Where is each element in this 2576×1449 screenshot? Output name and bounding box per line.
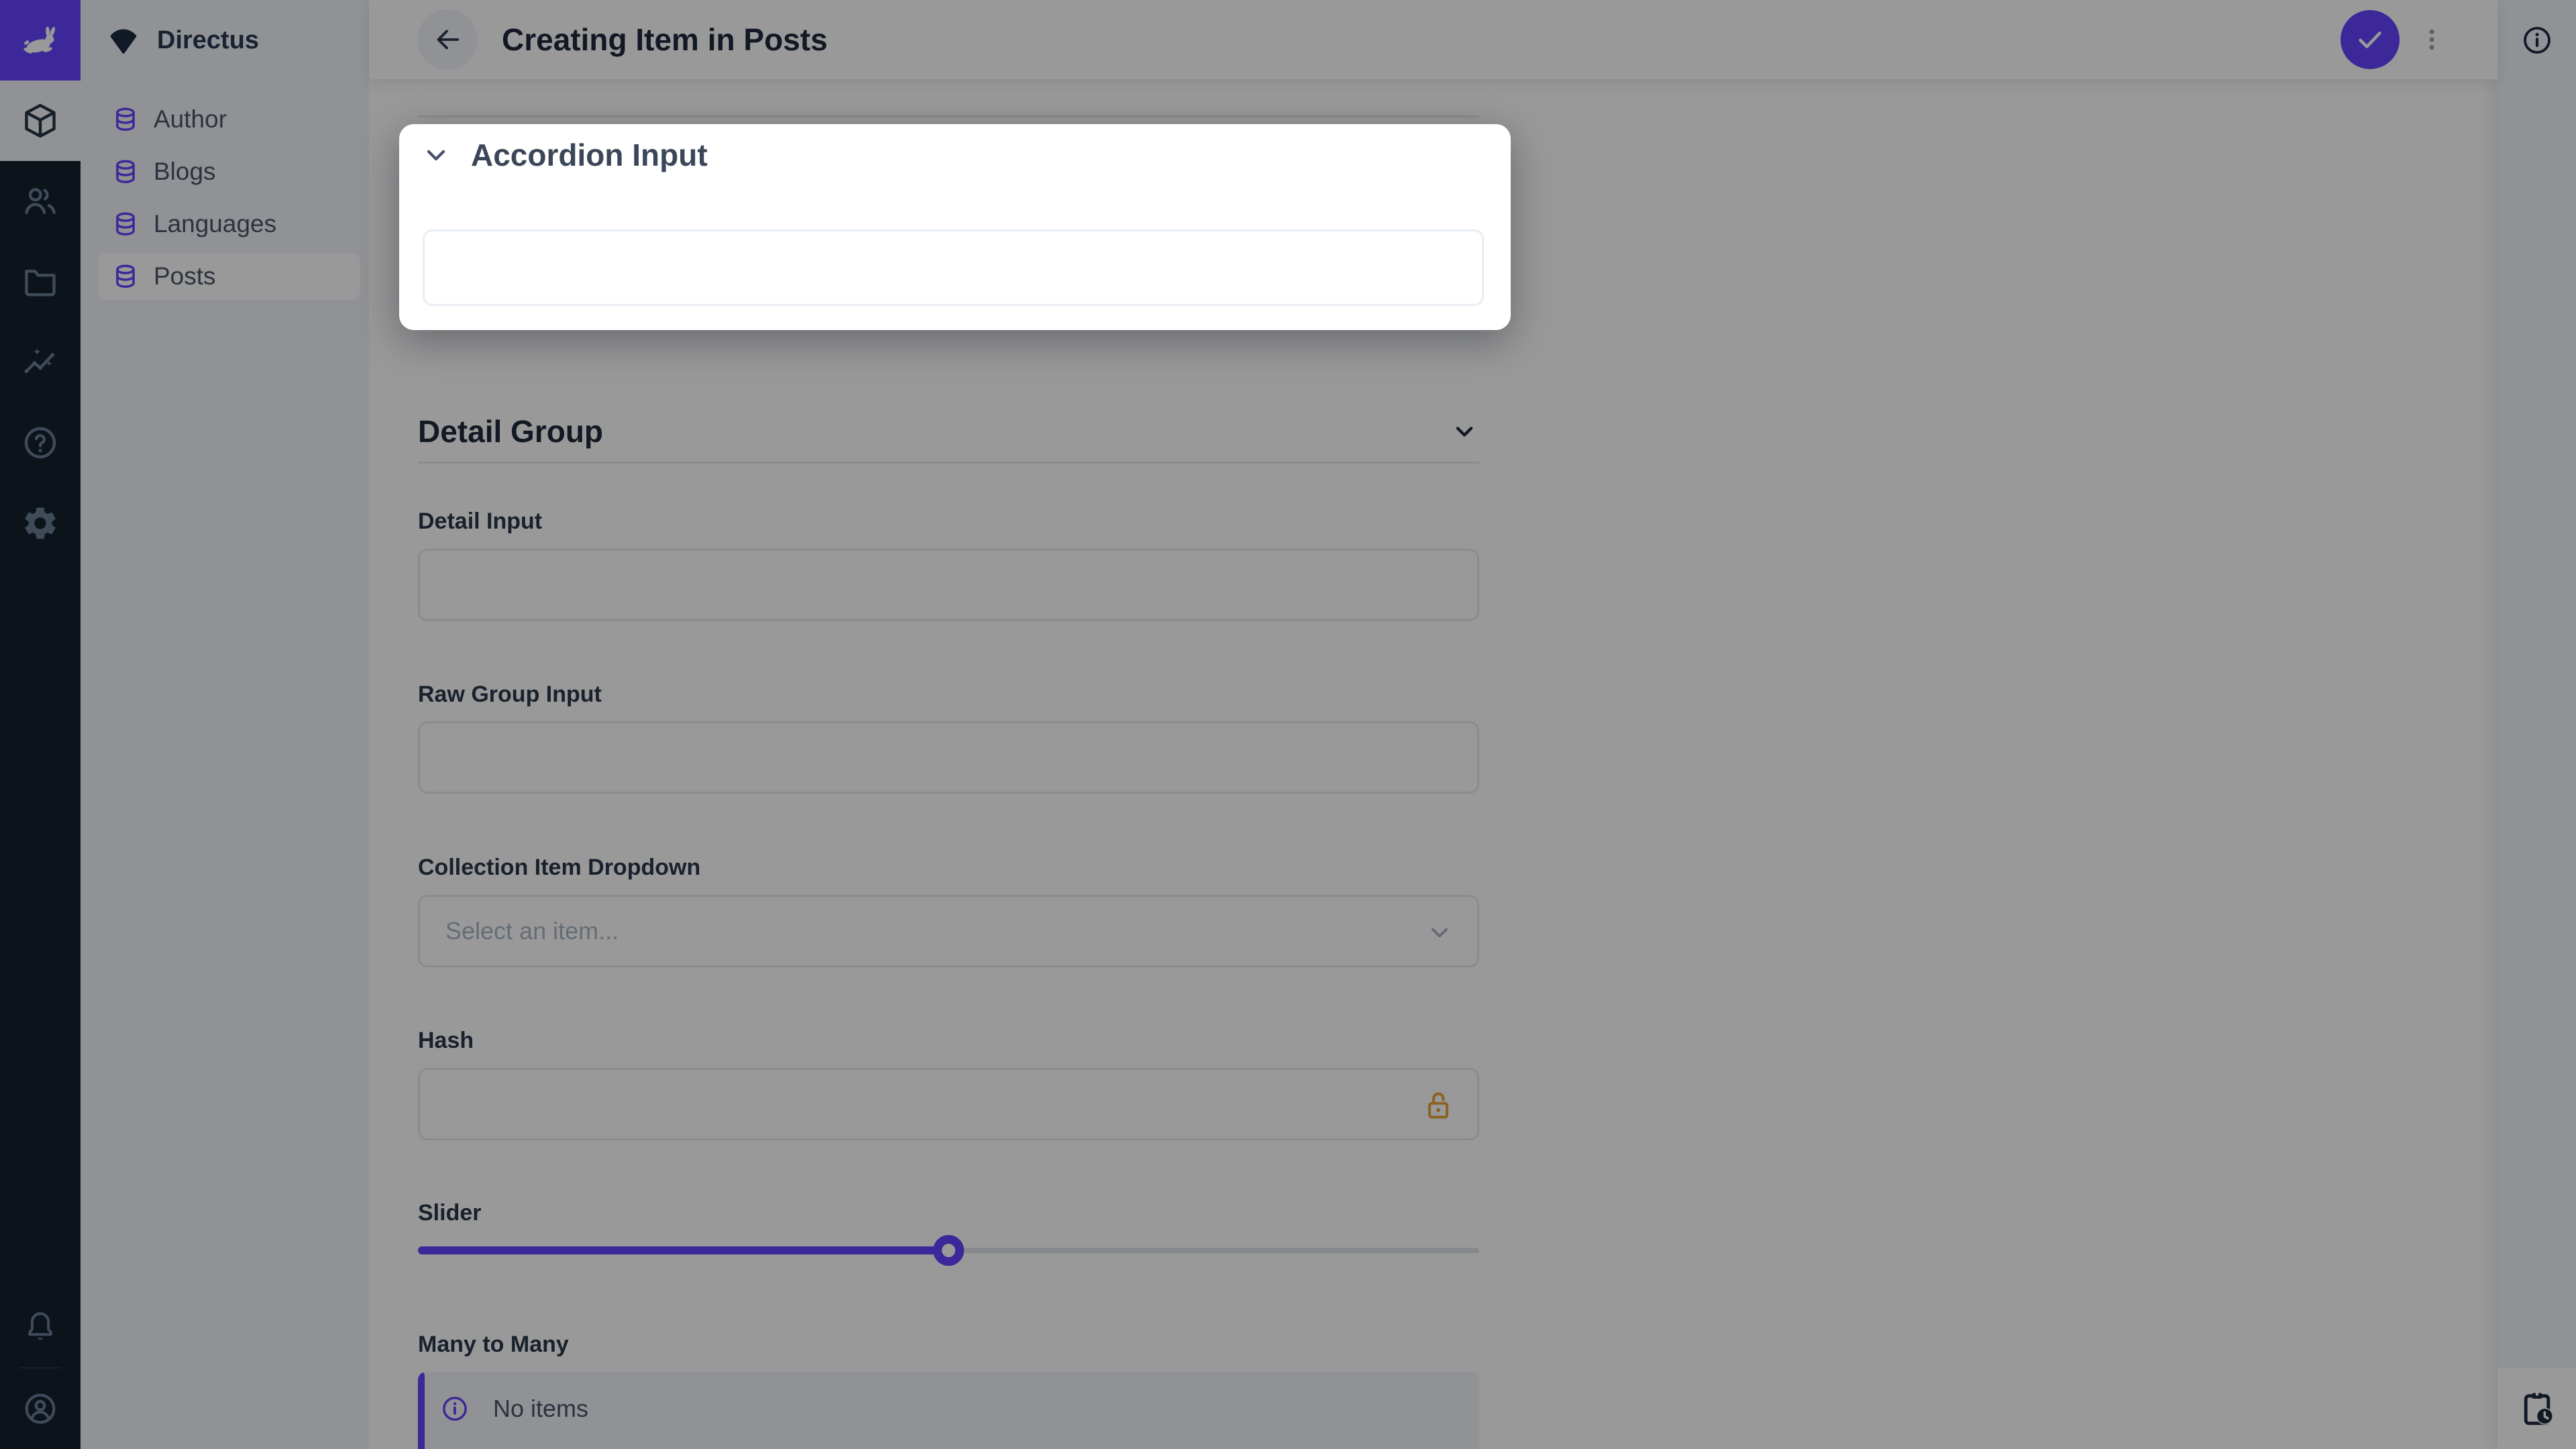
directus-app: Directus Author Blogs Languages (0, 0, 2576, 1449)
chevron-down-icon (420, 139, 452, 171)
accordion-header[interactable]: Accordion Input (399, 124, 1511, 173)
accordion-spotlight-card: Accordion Input (399, 124, 1511, 330)
accordion-title: Accordion Input (471, 137, 708, 173)
accordion-input-field[interactable] (423, 229, 1484, 306)
